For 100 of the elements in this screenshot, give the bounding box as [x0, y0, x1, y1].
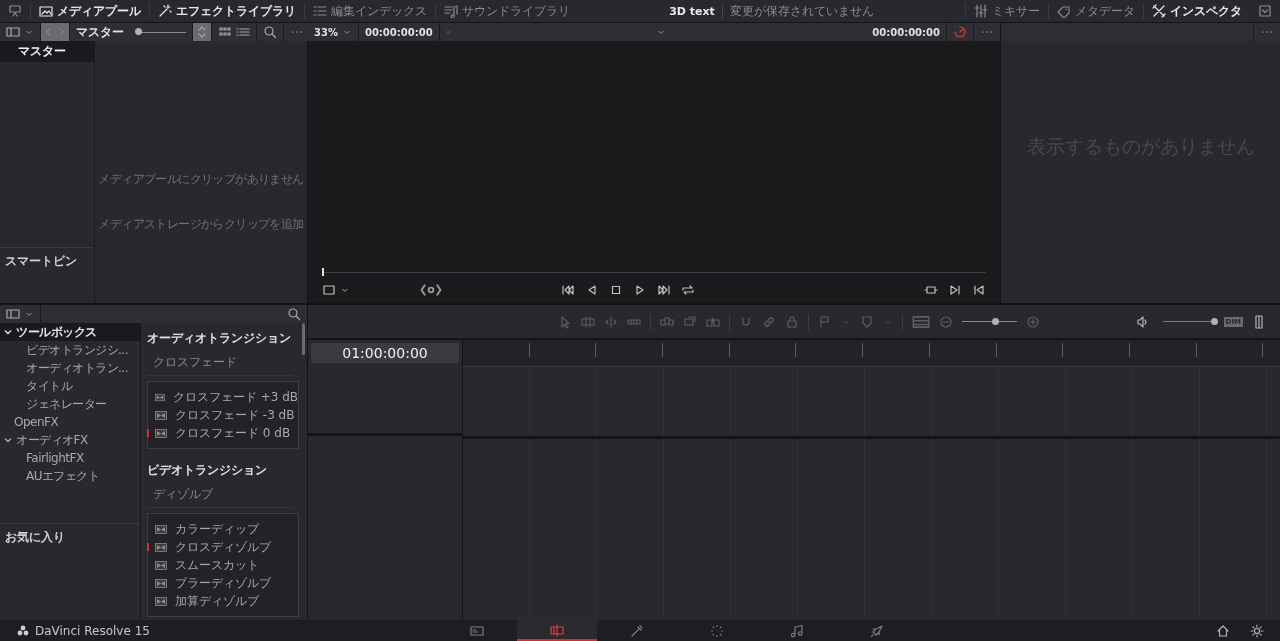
effect-item[interactable]: 加算ディゾルブ: [148, 592, 298, 610]
music-note-icon[interactable]: [790, 623, 804, 638]
chevron-icon[interactable]: [4, 436, 12, 444]
previous-frame-icon[interactable]: [972, 283, 986, 297]
logo-icon: [17, 625, 29, 636]
grid-view-icon[interactable]: [218, 25, 232, 39]
group-heading: クロスフェード: [147, 348, 293, 376]
timeline-icon[interactable]: [550, 622, 564, 637]
magic-wand-icon[interactable]: [158, 4, 172, 18]
skip-back-icon[interactable]: [561, 283, 575, 297]
tools-icon[interactable]: [1152, 4, 1166, 18]
panel-tab[interactable]: インスペクタ: [1143, 3, 1250, 19]
panel-tab[interactable]: 編集インデックス: [304, 3, 435, 19]
settings-icon[interactable]: [1250, 623, 1264, 638]
color-dots-icon[interactable]: [710, 623, 724, 638]
panel-tab[interactable]: エフェクトライブラリ: [149, 3, 304, 19]
transition-icon: [155, 410, 167, 420]
group-heading: ディゾルブ: [147, 480, 293, 508]
home-icon[interactable]: [1216, 623, 1230, 638]
effect-item[interactable]: スムースカット: [148, 556, 298, 574]
volume-slider[interactable]: [1162, 317, 1215, 326]
panel-layout-icon[interactable]: [6, 307, 20, 321]
collapse-icon[interactable]: [1258, 4, 1272, 18]
skip-forward-icon[interactable]: [657, 283, 671, 297]
panel-toggle-icon[interactable]: [1252, 314, 1266, 329]
effect-item[interactable]: クロスフェード +3 dB: [148, 388, 298, 406]
tree-item[interactable]: OpenFX: [0, 413, 140, 431]
dial-icon[interactable]: [953, 25, 967, 39]
section-heading: オーディオトランジション: [147, 330, 292, 347]
tree-item[interactable]: ツールボックス: [0, 323, 140, 341]
transition-icon: [155, 428, 167, 438]
tree-item[interactable]: ビデオトランジシ...: [0, 341, 140, 359]
slider-thumb[interactable]: [991, 317, 999, 325]
timecode: 00:00:00:00: [872, 26, 940, 38]
panel-tab[interactable]: ミキサー: [965, 3, 1048, 19]
thumbnail-size-slider[interactable]: [138, 28, 186, 36]
tag-icon[interactable]: [1057, 4, 1071, 18]
tree-item[interactable]: AUエフェクト: [0, 467, 140, 485]
list-view-icon[interactable]: [236, 25, 250, 39]
page-tab[interactable]: [517, 620, 597, 641]
transition-icon: [155, 392, 165, 402]
zoom-in-icon[interactable]: [1026, 314, 1040, 329]
panel-tab[interactable]: メディアプール: [30, 3, 149, 19]
panel-tab[interactable]: メタデータ: [1048, 3, 1143, 19]
tree-item[interactable]: FairlightFX: [0, 449, 140, 467]
smart-bins-heading: スマートビン: [4, 253, 78, 270]
dynamic-trim-icon[interactable]: [604, 314, 618, 329]
pointer-icon[interactable]: [558, 314, 572, 329]
effect-item[interactable]: ブラーディゾルブ: [148, 574, 298, 592]
flag-icon[interactable]: [818, 314, 832, 329]
next-frame-icon[interactable]: [948, 283, 962, 297]
slider-thumb[interactable]: [134, 28, 142, 35]
trim-icon[interactable]: [581, 314, 595, 329]
zoom-out-icon[interactable]: [939, 314, 953, 329]
marker-icon[interactable]: [860, 314, 874, 329]
section-heading: ビデオトランジション: [147, 462, 268, 479]
panel-tab[interactable]: サウンドライブラリ: [435, 3, 578, 19]
match-frame-icon[interactable]: [924, 283, 938, 297]
source-timecode: 00:00:00:00: [364, 26, 433, 38]
overwrite-clip-icon[interactable]: [683, 314, 697, 329]
rocket-icon[interactable]: [870, 623, 884, 638]
tree-item[interactable]: オーディオトラン...: [0, 359, 140, 377]
project-title: 3D text: [669, 4, 723, 18]
bin-item[interactable]: マスター: [0, 41, 94, 62]
timeline-timecode: 01:00:00:00: [311, 343, 459, 363]
image-icon[interactable]: [39, 4, 53, 18]
empty-message: メディアプールにクリップがありません: [98, 171, 304, 188]
effect-item[interactable]: クロスフェード -3 dB: [148, 406, 298, 424]
mixer-sliders-icon[interactable]: [974, 4, 988, 18]
frame-icon[interactable]: [322, 283, 336, 297]
transition-icon: [155, 596, 167, 606]
effect-item[interactable]: クロスディゾルブ: [148, 538, 298, 556]
slider-thumb[interactable]: [1211, 317, 1219, 325]
favorites-heading: お気に入り: [0, 523, 140, 551]
tree-item[interactable]: ジェネレーター: [0, 395, 140, 413]
transition-icon: [155, 524, 167, 534]
app-name: DaVinci Resolve 15: [35, 623, 150, 638]
film-icon[interactable]: [470, 623, 484, 638]
zoom-slider[interactable]: [962, 317, 1017, 326]
music-list-icon[interactable]: [444, 4, 458, 18]
effect-item[interactable]: クロスフェード 0 dB: [148, 424, 298, 442]
search-icon[interactable]: [263, 25, 277, 39]
tree-item[interactable]: オーディオFX: [0, 431, 140, 449]
loop-icon[interactable]: [681, 283, 695, 297]
tree-item[interactable]: タイトル: [0, 377, 140, 395]
panel-layout-icon[interactable]: [6, 25, 20, 39]
link-icon[interactable]: [762, 314, 776, 329]
effect-item[interactable]: カラーディップ: [148, 520, 298, 538]
transition-icon: [155, 560, 167, 570]
save-status: 変更が保存されていません: [729, 2, 874, 20]
current-bin: マスター: [76, 23, 125, 41]
insert-clip-icon[interactable]: [660, 314, 674, 329]
transition-icon: [155, 578, 167, 588]
wand-icon[interactable]: [630, 623, 644, 638]
search-icon[interactable]: [287, 307, 301, 321]
list-icon[interactable]: [313, 4, 327, 18]
monitor-icon[interactable]: [8, 4, 22, 18]
lock-icon[interactable]: [785, 314, 799, 329]
stop-icon[interactable]: [609, 283, 623, 297]
transition-icon: [155, 542, 167, 552]
